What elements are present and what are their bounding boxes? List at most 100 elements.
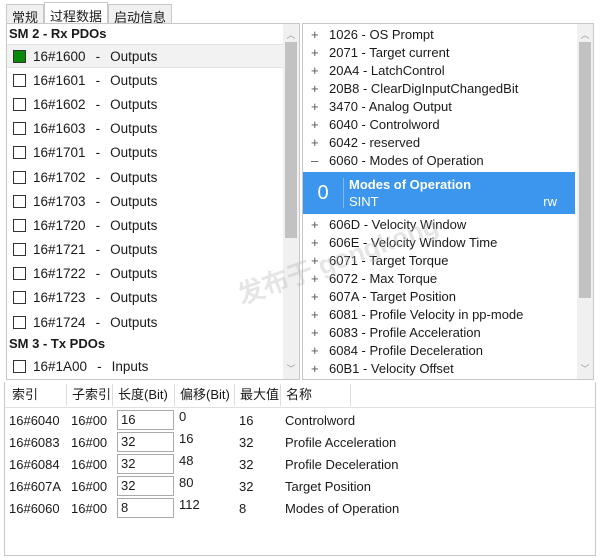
expand-icon[interactable]: + (311, 216, 329, 234)
object-item[interactable]: +6071 - Target Torque (303, 252, 575, 270)
pdo-item[interactable]: 16#1600- Outputs (7, 44, 283, 69)
expand-icon[interactable]: + (311, 80, 329, 98)
column-header[interactable]: 长度(Bit) (113, 384, 175, 406)
object-label: 6084 - Profile Deceleration (329, 343, 483, 358)
column-header[interactable]: 最大值 (235, 384, 281, 406)
length-input[interactable]: 32 (117, 476, 174, 496)
expand-icon[interactable]: + (311, 360, 329, 378)
pdo-item[interactable]: 16#1603- Outputs (7, 117, 283, 141)
name-cell: Controlword (285, 413, 356, 428)
expand-icon[interactable]: + (311, 234, 329, 252)
checkbox[interactable] (13, 291, 26, 305)
pdo-item[interactable]: 16#1703- Outputs (7, 189, 283, 213)
divider (343, 178, 344, 208)
scroll-thumb[interactable] (285, 42, 297, 238)
scroll-down-icon[interactable]: ﹀ (577, 362, 593, 375)
expand-icon[interactable]: + (311, 342, 329, 360)
left-scrollbar[interactable]: ︿ ﹀ (283, 24, 299, 379)
pdo-item[interactable]: 16#1721- Outputs (7, 238, 283, 262)
pdo-index: 16#1602 (33, 96, 86, 112)
length-input[interactable]: 32 (117, 432, 174, 452)
expand-icon[interactable]: + (311, 270, 329, 288)
object-item[interactable]: +3470 - Analog Output (303, 98, 575, 116)
object-item[interactable]: +606D - Velocity Window (303, 216, 575, 234)
object-item[interactable]: +2071 - Target current (303, 44, 575, 62)
column-header[interactable]: 索引 (7, 384, 67, 406)
pdo-name: Outputs (110, 72, 158, 88)
object-label: 6060 - Modes of Operation (329, 153, 484, 168)
expand-icon[interactable]: + (311, 288, 329, 306)
object-item[interactable]: +60B1 - Velocity Offset (303, 360, 575, 378)
tab-2[interactable]: 启动信息 (108, 4, 173, 25)
pdo-item[interactable]: 16#1720- Outputs (7, 213, 283, 237)
checkbox[interactable] (13, 122, 26, 136)
expand-icon[interactable]: + (311, 98, 329, 116)
checkbox[interactable] (13, 170, 26, 184)
expand-icon[interactable]: + (311, 26, 329, 44)
expand-icon[interactable]: + (311, 306, 329, 324)
column-header[interactable]: 偏移(Bit) (175, 384, 235, 406)
scroll-up-icon[interactable]: ︿ (577, 28, 593, 41)
pdo-item[interactable]: 16#1702- Outputs (7, 165, 283, 189)
max-cell: 32 (239, 435, 254, 450)
tab-1[interactable]: 过程数据 (44, 2, 109, 24)
checkbox[interactable] (13, 315, 26, 329)
checkbox[interactable] (13, 146, 26, 160)
scroll-down-icon[interactable]: ﹀ (283, 362, 299, 375)
length-input[interactable]: 16 (117, 410, 174, 430)
expand-icon[interactable]: + (311, 116, 329, 134)
collapse-icon[interactable]: – (311, 152, 329, 170)
checkbox[interactable] (13, 218, 26, 232)
checkbox[interactable] (13, 73, 26, 87)
object-label: 6071 - Target Torque (329, 253, 449, 268)
column-header[interactable]: 子索引 (67, 384, 113, 406)
right-scrollbar[interactable]: ︿ ﹀ (577, 24, 593, 379)
object-item[interactable]: +6042 - reserved (303, 134, 575, 152)
checkbox[interactable] (13, 49, 26, 63)
offset-cell: 16 (179, 431, 194, 446)
checkbox[interactable] (13, 194, 26, 208)
offset-cell: 0 (179, 409, 187, 424)
tab-0[interactable]: 常规 (6, 4, 45, 25)
checkbox[interactable] (13, 359, 26, 373)
selected-subindex[interactable]: 0 Modes of Operation SINT rw (303, 172, 575, 214)
column-header[interactable]: 名称 (281, 384, 351, 406)
checkbox[interactable] (13, 243, 26, 257)
object-item[interactable]: +6083 - Profile Acceleration (303, 324, 575, 342)
length-input[interactable]: 32 (117, 454, 174, 474)
object-label: 60B1 - Velocity Offset (329, 361, 454, 376)
object-item[interactable]: +1026 - OS Prompt (303, 26, 575, 44)
access-type: rw (543, 194, 557, 209)
pdo-item[interactable]: 16#1A00- Inputs (7, 354, 283, 378)
pdo-item[interactable]: 16#1701- Outputs (7, 141, 283, 165)
object-item[interactable]: +6072 - Max Torque (303, 270, 575, 288)
pdo-item[interactable]: 16#1601- Outputs (7, 68, 283, 92)
length-input[interactable]: 8 (117, 498, 174, 518)
object-item[interactable]: –6060 - Modes of Operation (303, 152, 575, 170)
object-item[interactable]: +607A - Target Position (303, 288, 575, 306)
object-item[interactable]: +20A4 - LatchControl (303, 62, 575, 80)
checkbox[interactable] (13, 267, 26, 281)
tab-bar: 常规 过程数据 启动信息 (6, 2, 173, 25)
object-item[interactable]: +6084 - Profile Deceleration (303, 342, 575, 360)
pdo-item[interactable]: 16#1722- Outputs (7, 262, 283, 286)
expand-icon[interactable]: + (311, 324, 329, 342)
offset-cell: 80 (179, 475, 194, 490)
scroll-thumb[interactable] (579, 42, 591, 298)
expand-icon[interactable]: + (311, 44, 329, 62)
object-label: 6040 - Controlword (329, 117, 440, 132)
pdo-item[interactable]: 16#1602- Outputs (7, 92, 283, 116)
object-item[interactable]: +20B8 - ClearDigInputChangedBit (303, 80, 575, 98)
object-item[interactable]: +606E - Velocity Window Time (303, 234, 575, 252)
index-cell: 16#6060 (9, 501, 60, 516)
name-cell: Profile Deceleration (285, 457, 399, 472)
object-item[interactable]: +6081 - Profile Velocity in pp-mode (303, 306, 575, 324)
pdo-item[interactable]: 16#1724- Outputs (7, 310, 283, 334)
expand-icon[interactable]: + (311, 134, 329, 152)
object-item[interactable]: +6040 - Controlword (303, 116, 575, 134)
checkbox[interactable] (13, 97, 26, 111)
expand-icon[interactable]: + (311, 62, 329, 80)
pdo-item[interactable]: 16#1723- Outputs (7, 286, 283, 310)
expand-icon[interactable]: + (311, 252, 329, 270)
scroll-up-icon[interactable]: ︿ (283, 28, 299, 41)
